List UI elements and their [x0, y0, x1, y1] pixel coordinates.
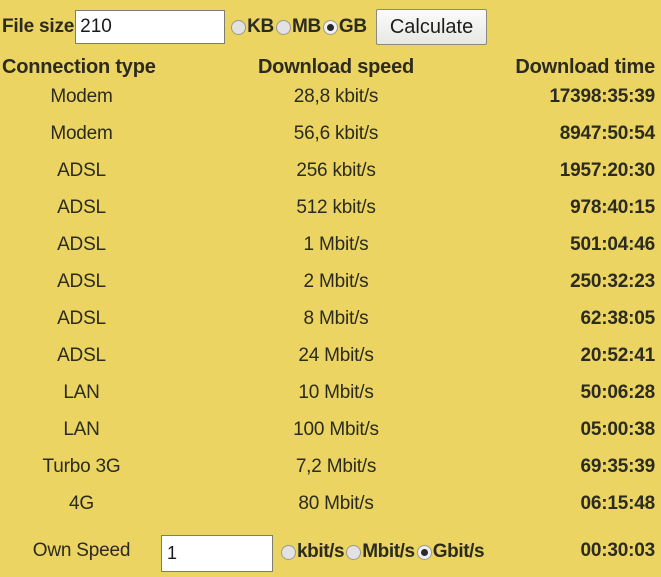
own-speed-unit-option-label: kbit/s	[297, 541, 345, 562]
cell-download-speed: 256 kbit/s	[296, 160, 376, 181]
table-row: Modem 56,6 kbit/s 8947:50:54	[0, 123, 661, 160]
filesize-unit-option-label: GB	[338, 16, 367, 37]
own-speed-unit-option-Mbits[interactable]: Mbit/s	[346, 541, 415, 563]
cell-download-speed: 1 Mbit/s	[303, 234, 369, 255]
cell-download-speed: 80 Mbit/s	[298, 493, 374, 514]
cell-download-speed: 2 Mbit/s	[303, 271, 369, 292]
cell-connection-type: ADSL	[57, 271, 106, 292]
table-row: ADSL 8 Mbit/s 62:38:05	[0, 308, 661, 345]
table-row: ADSL 1 Mbit/s 501:04:46	[0, 234, 661, 271]
cell-download-time: 8947:50:54	[559, 123, 655, 144]
own-speed-label: Own Speed	[32, 540, 131, 561]
cell-connection-type: 4G	[69, 493, 94, 514]
cell-download-speed: 512 kbit/s	[296, 197, 376, 218]
cell-download-time: 69:35:39	[580, 456, 656, 477]
table-row: ADSL 512 kbit/s 978:40:15	[0, 197, 661, 234]
header-connection-type: Connection type	[2, 56, 156, 78]
cell-connection-type: ADSL	[57, 234, 106, 255]
filesize-unit-option-KB[interactable]: KB	[231, 16, 274, 38]
cell-connection-type: ADSL	[57, 345, 106, 366]
cell-download-speed: 56,6 kbit/s	[293, 123, 379, 144]
filesize-unit-option-MB[interactable]: MB	[275, 16, 321, 38]
radio-icon[interactable]	[231, 19, 247, 35]
cell-download-speed: 7,2 Mbit/s	[295, 456, 377, 477]
cell-connection-type: LAN	[63, 382, 100, 403]
radio-icon[interactable]	[346, 544, 362, 560]
filesize-control-row: File size KB MB GB Calculate	[0, 0, 661, 54]
cell-download-time: 05:00:38	[580, 419, 656, 440]
header-download-speed: Download speed	[257, 56, 415, 78]
cell-download-speed: 100 Mbit/s	[293, 419, 379, 440]
table-row: ADSL 2 Mbit/s 250:32:23	[0, 271, 661, 308]
cell-download-speed: 24 Mbit/s	[298, 345, 374, 366]
cell-download-time: 978:40:15	[570, 197, 655, 218]
own-speed-download-time: 00:30:03	[580, 540, 656, 561]
filesize-label: File size	[2, 16, 75, 37]
filesize-input[interactable]	[75, 10, 226, 44]
table-body: Modem 28,8 kbit/s 17398:35:39 Modem 56,6 kbi…	[0, 86, 661, 530]
cell-download-speed: 28,8 kbit/s	[293, 86, 379, 107]
filesize-unit-option-label: KB	[247, 16, 274, 37]
own-speed-row: Own Speed kbit/s Mbit/s Gbit/s 00:30:03	[0, 528, 661, 577]
radio-icon[interactable]	[416, 544, 432, 560]
table-row: Turbo 3G 7,2 Mbit/s 69:35:39	[0, 456, 661, 493]
cell-connection-type: Turbo 3G	[42, 456, 121, 477]
cell-connection-type: Modem	[50, 86, 113, 107]
cell-download-speed: 8 Mbit/s	[303, 308, 369, 329]
table-row: ADSL 24 Mbit/s 20:52:41	[0, 345, 661, 382]
cell-download-time: 1957:20:30	[559, 160, 655, 181]
filesize-unit-option-label: MB	[291, 16, 321, 37]
header-download-time: Download time	[515, 56, 655, 78]
download-time-calculator: File size KB MB GB Calculate Connection ty…	[0, 0, 661, 577]
table-row: ADSL 256 kbit/s 1957:20:30	[0, 160, 661, 197]
table-row: Modem 28,8 kbit/s 17398:35:39	[0, 86, 661, 123]
cell-download-time: 06:15:48	[580, 493, 656, 514]
calculate-button[interactable]: Calculate	[375, 9, 488, 45]
radio-icon[interactable]	[275, 19, 291, 35]
cell-connection-type: ADSL	[57, 160, 106, 181]
radio-icon[interactable]	[322, 19, 338, 35]
cell-download-time: 62:38:05	[580, 308, 656, 329]
table-row: 4G 80 Mbit/s 06:15:48	[0, 493, 661, 530]
filesize-unit-radio-group: KB MB GB	[231, 16, 369, 38]
own-speed-input[interactable]	[161, 535, 273, 572]
cell-connection-type: LAN	[63, 419, 100, 440]
cell-download-time: 250:32:23	[570, 271, 655, 292]
table-row: LAN 100 Mbit/s 05:00:38	[0, 419, 661, 456]
cell-download-time: 17398:35:39	[549, 86, 655, 107]
table-header-row: Connection type Download speed Download …	[0, 56, 661, 86]
results-table: Connection type Download speed Download …	[0, 56, 661, 530]
cell-connection-type: ADSL	[57, 197, 106, 218]
filesize-unit-option-GB[interactable]: GB	[322, 16, 367, 38]
cell-connection-type: ADSL	[57, 308, 106, 329]
own-speed-unit-option-label: Mbit/s	[362, 541, 415, 562]
radio-icon[interactable]	[281, 544, 296, 560]
table-row: LAN 10 Mbit/s 50:06:28	[0, 382, 661, 419]
cell-download-time: 20:52:41	[580, 345, 656, 366]
cell-download-time: 50:06:28	[580, 382, 656, 403]
cell-download-time: 501:04:46	[570, 234, 655, 255]
cell-download-speed: 10 Mbit/s	[298, 382, 374, 403]
own-speed-unit-option-kbits[interactable]: kbit/s	[281, 541, 345, 563]
cell-connection-type: Modem	[50, 123, 113, 144]
